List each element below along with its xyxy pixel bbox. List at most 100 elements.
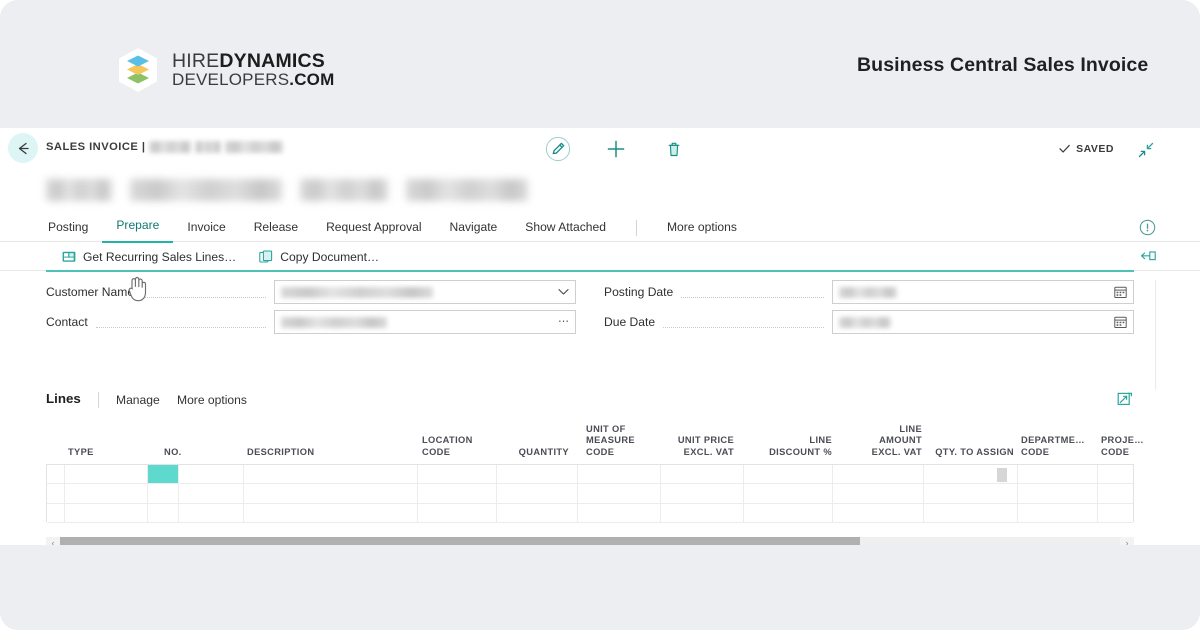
active-tab-rule [46,270,1134,272]
brand-logo: HIREDYNAMICS DEVELOPERS.COM [117,47,334,93]
saved-status: SAVED [1058,142,1114,155]
ribbon-more-options[interactable]: More options [653,213,751,242]
contact-label: Contact [46,315,88,329]
posting-date-value-redacted [839,286,897,298]
business-central-window: SALES INVOICE | SAVED Posting Prepare In… [0,128,1200,545]
grid-body [46,464,1134,523]
bottom-band [0,545,1200,630]
col-header-line-amount-excl-vat[interactable]: LINE AMOUNT EXCL. VAT [846,424,922,458]
due-date-input[interactable] [832,310,1134,334]
lines-manage-button[interactable]: Manage [116,393,160,407]
table-row[interactable] [47,465,1133,485]
grid-horizontal-scrollbar[interactable]: ‹ › [46,537,1134,545]
lines-title: Lines [46,391,81,406]
scroll-right-arrow[interactable]: › [1120,537,1134,545]
tab-prepare[interactable]: Prepare [102,212,174,243]
ribbon-tab-list: Posting Prepare Invoice Release Request … [48,212,751,243]
tab-navigate[interactable]: Navigate [436,213,512,242]
saved-label: SAVED [1076,142,1114,155]
col-header-unit-price-excl-vat[interactable]: UNIT PRICE EXCL. VAT [656,435,734,458]
open-in-excel-icon[interactable] [1117,391,1133,407]
col-header-quantity[interactable]: QUANTITY [494,447,569,458]
app-top-bar: SALES INVOICE | SAVED [0,128,1200,171]
leader-dots [663,326,824,328]
pin-collapse-icon[interactable] [1140,249,1156,263]
doc-title-part-4 [406,179,528,201]
customer-name-value-redacted [281,286,433,298]
action-list: Get Recurring Sales Lines… Copy Document… [62,242,379,271]
table-row[interactable] [47,484,1133,504]
col-header-type[interactable]: TYPE [68,447,94,458]
col-header-line-discount-pct[interactable]: LINE DISCOUNT % [746,435,832,458]
doc-title-part-2 [130,179,282,201]
leader-dots [95,326,266,328]
copy-document-button[interactable]: Copy Document… [259,250,379,264]
col-header-project-code[interactable]: PROJE… CODE [1101,435,1144,458]
edit-pencil-icon[interactable] [543,134,573,164]
breadcrumb-label: SALES INVOICE | [46,141,146,153]
col-header-no[interactable]: NO. [164,447,182,458]
chevron-down-icon[interactable] [558,288,569,296]
copy-document-icon [259,249,273,263]
scrollbar-track[interactable] [60,537,1120,545]
tab-request-approval[interactable]: Request Approval [312,213,435,242]
get-recurring-lines-icon [62,251,76,262]
customer-name-label: Customer Name [46,285,135,299]
panel-divider [1155,280,1156,390]
calendar-icon[interactable] [1114,286,1127,299]
table-row[interactable] [47,504,1133,523]
collapse-arrows-icon[interactable] [1136,140,1156,160]
leader-dots [142,296,266,298]
lines-grid: TYPE NO. DESCRIPTION LOCATION CODE QUANTI… [46,416,1144,537]
page-card: HIREDYNAMICS DEVELOPERS.COM Business Cen… [0,0,1200,630]
tab-release[interactable]: Release [240,213,312,242]
promo-header: HIREDYNAMICS DEVELOPERS.COM Business Cen… [0,0,1200,128]
contact-input[interactable]: ⋯ [274,310,576,334]
brand-line2-bold: .COM [289,70,335,90]
get-recurring-sales-lines-button[interactable]: Get Recurring Sales Lines… [62,250,236,264]
posting-date-input[interactable] [832,280,1134,304]
tab-invoice[interactable]: Invoice [173,213,239,242]
trash-icon[interactable] [659,134,689,164]
breadcrumb-redacted-1 [149,141,192,153]
col-header-qty-to-assign[interactable]: QTY. TO ASSIGN [926,447,1014,458]
lines-subpage-header: Lines Manage More options [0,388,1200,416]
calendar-icon[interactable] [1114,316,1127,329]
leader-dots [681,296,824,298]
command-icons [543,134,689,164]
brand-line2-light: DEVELOPERS [172,70,290,90]
back-button[interactable] [8,133,38,163]
brand-line1-bold: DYNAMICS [219,49,325,72]
action-strip: Get Recurring Sales Lines… Copy Document… [0,242,1200,271]
col-header-unit-of-measure-code[interactable]: UNIT OF MEASURE CODE [586,424,635,458]
scrollbar-thumb[interactable] [60,537,861,545]
lines-more-options-button[interactable]: More options [177,393,247,407]
due-date-value-redacted [839,316,891,328]
col-header-location-code[interactable]: LOCATION CODE [422,435,473,458]
tab-show-attached[interactable]: Show Attached [511,213,620,242]
copy-document-label: Copy Document… [280,249,380,264]
customer-name-input[interactable] [274,280,576,304]
document-title-redacted [46,173,528,207]
breadcrumb-redacted-3 [225,141,284,153]
stacked-layers-icon [117,47,159,93]
breadcrumb-redacted-2 [195,141,222,153]
tab-posting[interactable]: Posting [48,213,102,242]
plus-icon[interactable] [601,134,631,164]
brand-wordmark: HIREDYNAMICS DEVELOPERS.COM [172,49,335,90]
ellipsis-lookup-icon[interactable]: ⋯ [558,316,569,328]
check-icon [1059,144,1070,153]
breadcrumb[interactable]: SALES INVOICE | [46,141,284,153]
field-posting-date: Posting Date [604,280,1134,304]
field-contact: Contact ⋯ [46,310,576,334]
col-header-department-code[interactable]: DEPARTME… CODE [1021,435,1085,458]
scroll-left-arrow[interactable]: ‹ [46,537,60,545]
col-header-description[interactable]: DESCRIPTION [247,447,314,458]
field-due-date: Due Date [604,310,1134,334]
hand-pointer-cursor [126,275,148,303]
doc-title-part-1 [46,179,112,201]
info-circle-icon[interactable] [1139,219,1156,236]
back-arrow-icon [18,142,29,154]
due-date-label: Due Date [604,315,656,329]
doc-title-part-3 [300,179,388,201]
